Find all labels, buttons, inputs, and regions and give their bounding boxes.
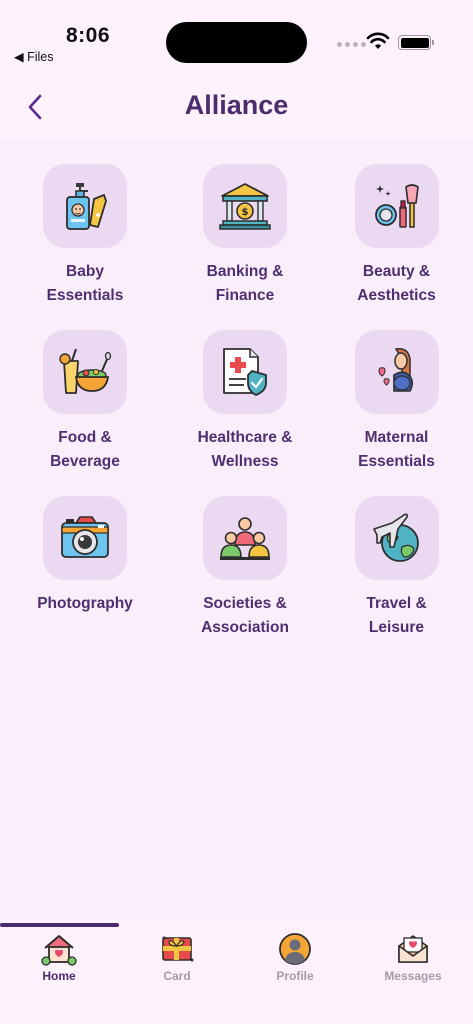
pregnant-woman-icon <box>377 347 413 392</box>
tab-label: Card <box>163 969 191 983</box>
gift-card-icon <box>162 936 194 962</box>
category-tile <box>43 330 127 414</box>
active-tab-indicator <box>0 923 119 927</box>
category-label: Societies & Association <box>201 595 289 636</box>
category-tile <box>354 496 439 580</box>
tab-card[interactable]: Card <box>118 932 236 983</box>
category-baby-essentials[interactable]: Baby Essentials <box>0 164 170 330</box>
food-icon <box>59 348 112 394</box>
tab-label: Home <box>42 969 76 983</box>
status-bar: 8:06 ◀ Files <box>0 0 473 76</box>
tab-profile[interactable]: Profile <box>236 932 354 983</box>
category-label: Photography <box>37 595 133 612</box>
category-label: Maternal Essentials <box>358 429 435 470</box>
envelope-heart-icon <box>398 935 428 963</box>
category-tile <box>354 164 439 248</box>
category-banking-finance[interactable]: $ Banking & Finance <box>170 164 320 330</box>
category-label: Healthcare & Wellness <box>197 429 293 470</box>
dynamic-island <box>166 22 307 63</box>
tab-home[interactable]: Home <box>0 932 118 983</box>
category-label: Baby Essentials <box>46 263 124 304</box>
tab-label: Profile <box>276 969 314 983</box>
camera-icon <box>61 516 109 558</box>
tab-label: Messages <box>384 969 442 983</box>
category-beauty-aesthetics[interactable]: Beauty & Aesthetics <box>320 164 473 330</box>
bank-icon: $ <box>219 183 271 230</box>
health-document-icon <box>223 348 267 396</box>
category-label: Beauty & Aesthetics <box>357 263 436 304</box>
baby-bottle-icon <box>66 183 107 230</box>
page-title: Alliance <box>184 90 289 120</box>
category-label: Food & Beverage <box>50 429 120 470</box>
category-travel-leisure[interactable]: Travel & Leisure <box>320 496 473 662</box>
makeup-icon <box>374 184 419 228</box>
category-photography[interactable]: Photography <box>0 496 170 662</box>
tab-messages[interactable]: Messages <box>354 932 472 983</box>
svg-text:$: $ <box>242 207 249 218</box>
category-label: Banking & Finance <box>206 263 284 304</box>
category-tile <box>43 496 127 580</box>
home-heart-icon <box>41 935 77 966</box>
category-label: Travel & Leisure <box>366 595 427 636</box>
category-societies-association[interactable]: Societies & Association <box>170 496 320 662</box>
people-group-icon <box>220 517 270 560</box>
back-to-files-link[interactable]: ◀ Files <box>14 49 53 64</box>
category-maternal-essentials[interactable]: Maternal Essentials <box>320 330 473 496</box>
category-healthcare-wellness[interactable]: Healthcare & Wellness <box>170 330 320 496</box>
category-tile: $ <box>203 164 287 248</box>
category-grid-area: Baby Essentials $ Banking & Finance Beau… <box>0 140 473 920</box>
category-grid: Baby Essentials $ Banking & Finance Beau… <box>0 164 473 662</box>
category-tile <box>43 164 127 248</box>
category-food-beverage[interactable]: Food & Beverage <box>0 330 170 496</box>
category-tile <box>203 330 287 414</box>
category-tile <box>354 330 439 414</box>
header: Alliance <box>0 76 473 140</box>
battery-icon <box>398 35 434 50</box>
clock: 8:06 <box>66 24 111 47</box>
cellular-signal-icon <box>337 42 366 47</box>
category-tile <box>203 496 287 580</box>
bottom-tab-bar: Home Card Profile Messages <box>0 920 473 1024</box>
profile-icon <box>279 933 311 965</box>
plane-globe-icon <box>372 513 419 562</box>
wifi-icon <box>366 32 390 49</box>
